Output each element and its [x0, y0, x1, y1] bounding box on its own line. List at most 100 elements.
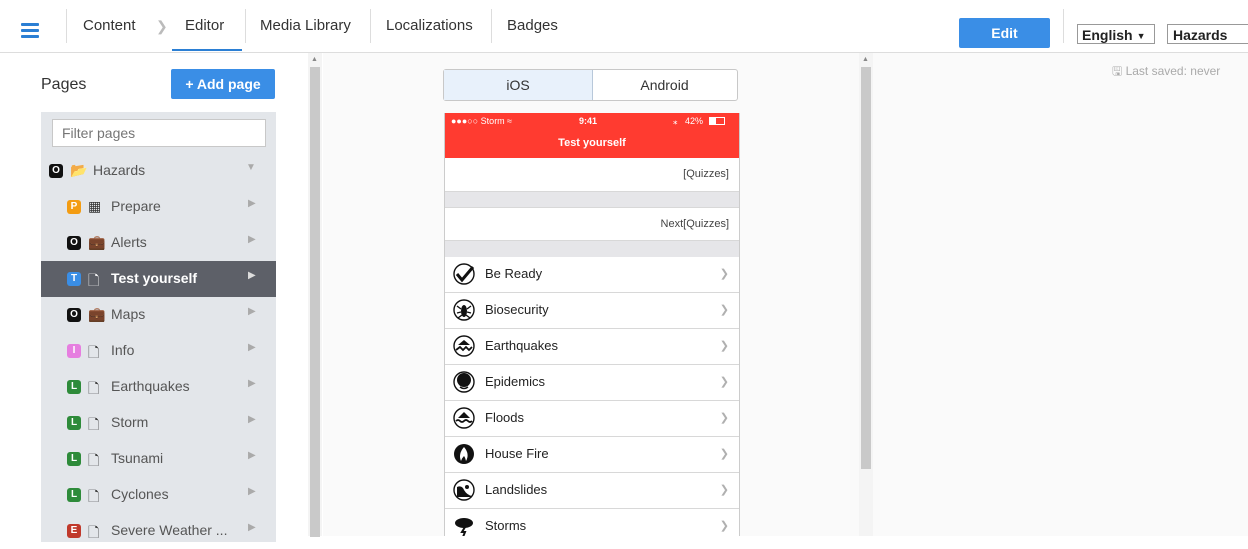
tab-badges[interactable]: Badges — [507, 0, 558, 50]
tree-item-label: Earthquakes — [111, 378, 190, 394]
page-icon: 🗋 — [88, 416, 100, 432]
caret-right-icon[interactable]: ▶ — [248, 522, 256, 533]
storm-icon — [453, 515, 475, 536]
caret-right-icon[interactable]: ▶ — [248, 378, 256, 389]
status-badge: L — [67, 488, 81, 502]
breadcrumb-content[interactable]: Content — [83, 0, 136, 50]
caret-right-icon[interactable]: ▶ — [248, 198, 256, 209]
briefcase-icon: 💼 — [88, 234, 106, 250]
phone-preview: ●●●○○ Storm ≈ 9:41 ⁎ 42% Test yourself [… — [444, 113, 740, 536]
ios-toggle-button[interactable]: iOS — [444, 70, 593, 100]
tree-item-tsunami[interactable]: L 🗋 Tsunami ▶ — [41, 441, 276, 477]
edit-button[interactable]: Edit — [959, 18, 1050, 48]
divider — [370, 9, 371, 43]
tree-item-label: Prepare — [111, 198, 161, 214]
fire-icon — [453, 443, 475, 465]
tree-item-storm[interactable]: L 🗋 Storm ▶ — [41, 405, 276, 441]
scroll-up-icon[interactable]: ▲ — [862, 56, 869, 63]
list-item[interactable]: Storms ❯ — [445, 509, 739, 536]
list-item[interactable]: Floods ❯ — [445, 401, 739, 437]
caret-right-icon[interactable]: ▶ — [248, 414, 256, 425]
tree-item-label: Maps — [111, 306, 146, 322]
chevron-right-icon: ❯ — [719, 448, 729, 460]
scrollbar-thumb[interactable] — [310, 67, 320, 537]
list-item-label: Biosecurity — [485, 302, 549, 317]
project-value: Hazards — [1173, 27, 1228, 43]
list-item[interactable]: Earthquakes ❯ — [445, 329, 739, 365]
tree-item-test-yourself[interactable]: T 🗋 Test yourself ▶ — [41, 261, 276, 297]
status-badge: I — [67, 344, 81, 358]
top-navbar: Content ❯ Editor Media Library Localizat… — [0, 0, 1248, 53]
page-icon: 🗋 — [88, 524, 100, 540]
project-select[interactable]: Hazards — [1167, 24, 1248, 44]
caret-right-icon[interactable]: ▶ — [248, 486, 256, 497]
scrollbar-thumb[interactable] — [861, 67, 871, 469]
chevron-right-icon: ❯ — [719, 412, 729, 424]
tree-item-alerts[interactable]: O 💼 Alerts ▶ — [41, 225, 276, 261]
status-badge: T — [67, 272, 81, 286]
tree-item-maps[interactable]: O 💼 Maps ▶ — [41, 297, 276, 333]
epidemic-icon — [453, 371, 475, 393]
status-badge: L — [67, 380, 81, 394]
active-tab-indicator — [172, 49, 242, 51]
status-badge: L — [67, 416, 81, 430]
tree-item-label: Hazards — [93, 162, 146, 178]
tree-item-label: Storm — [111, 414, 149, 430]
tree-item-hazards[interactable]: O 📂 Hazards ▼ — [41, 153, 276, 189]
caret-down-icon[interactable]: ▼ — [246, 162, 256, 173]
chevron-right-icon: ❯ — [719, 376, 729, 388]
tab-media-library[interactable]: Media Library — [260, 0, 351, 50]
page-icon: 🗋 — [88, 344, 100, 360]
tree-item-info[interactable]: I 🗋 Info ▶ — [41, 333, 276, 369]
list-item-label: Floods — [485, 410, 525, 425]
caret-right-icon[interactable]: ▶ — [248, 450, 256, 461]
menu-icon[interactable] — [11, 9, 47, 43]
ios-navbar: ●●●○○ Storm ≈ 9:41 ⁎ 42% Test yourself — [445, 113, 739, 158]
preview-scrollbar[interactable]: ▲ — [859, 53, 873, 536]
folder-open-icon: 📂 — [70, 162, 88, 178]
filter-pages-input[interactable] — [52, 119, 266, 147]
list-item[interactable]: Landslides ❯ — [445, 473, 739, 509]
tree-item-cyclones[interactable]: L 🗋 Cyclones ▶ — [41, 477, 276, 513]
tab-editor[interactable]: Editor — [185, 0, 224, 50]
tree-item-label: Test yourself — [111, 270, 198, 286]
status-battery: 42% — [685, 116, 704, 126]
left-scrollbar[interactable]: ▲ — [308, 53, 322, 537]
tree-item-severe-weather[interactable]: E 🗋 Severe Weather ... ▶ — [41, 513, 276, 549]
tree-item-prepare[interactable]: P ▦ Prepare ▶ — [41, 189, 276, 225]
add-page-button[interactable]: + Add page — [171, 69, 275, 99]
flood-icon — [453, 407, 475, 429]
chevron-right-icon: ❯ — [719, 304, 729, 316]
caret-right-icon[interactable]: ▶ — [248, 270, 256, 281]
language-select[interactable]: English ▼ — [1077, 24, 1155, 44]
list-item[interactable]: Biosecurity ❯ — [445, 293, 739, 329]
chevron-right-icon: ❯ — [156, 18, 168, 34]
caret-right-icon[interactable]: ▶ — [248, 342, 256, 353]
quizzes-cell[interactable]: [Quizzes] — [445, 158, 739, 192]
quizzes-label: [Quizzes] — [683, 168, 729, 180]
list-item[interactable]: Epidemics ❯ — [445, 365, 739, 401]
status-badge: O — [67, 236, 81, 250]
bluetooth-icon: ⁎ — [673, 116, 678, 126]
list-item-label: House Fire — [485, 446, 549, 461]
list-item[interactable]: Be Ready ❯ — [445, 257, 739, 293]
status-badge: L — [67, 452, 81, 466]
list-item[interactable]: House Fire ❯ — [445, 437, 739, 473]
caret-right-icon[interactable]: ▶ — [248, 306, 256, 317]
scroll-up-icon[interactable]: ▲ — [311, 56, 318, 63]
android-toggle-button[interactable]: Android — [592, 70, 737, 100]
list-item-label: Be Ready — [485, 266, 543, 281]
status-carrier: ●●●○○ Storm — [451, 116, 505, 126]
chevron-right-icon: ❯ — [719, 484, 729, 496]
page-icon: 🗋 — [88, 452, 100, 468]
tree-item-earthquakes[interactable]: L 🗋 Earthquakes ▶ — [41, 369, 276, 405]
landslide-icon — [453, 479, 475, 501]
tab-localizations[interactable]: Localizations — [386, 0, 473, 50]
page-icon: 🗋 — [88, 272, 100, 288]
next-quizzes-cell[interactable]: Next[Quizzes] — [445, 207, 739, 241]
divider — [245, 9, 246, 43]
caret-right-icon[interactable]: ▶ — [248, 234, 256, 245]
page-icon: 🗋 — [88, 488, 100, 504]
page-tree: O 📂 Hazards ▼ P ▦ Prepare ▶ O 💼 Alerts ▶ T 🗋 Test your… — [41, 112, 276, 542]
divider — [491, 9, 492, 43]
